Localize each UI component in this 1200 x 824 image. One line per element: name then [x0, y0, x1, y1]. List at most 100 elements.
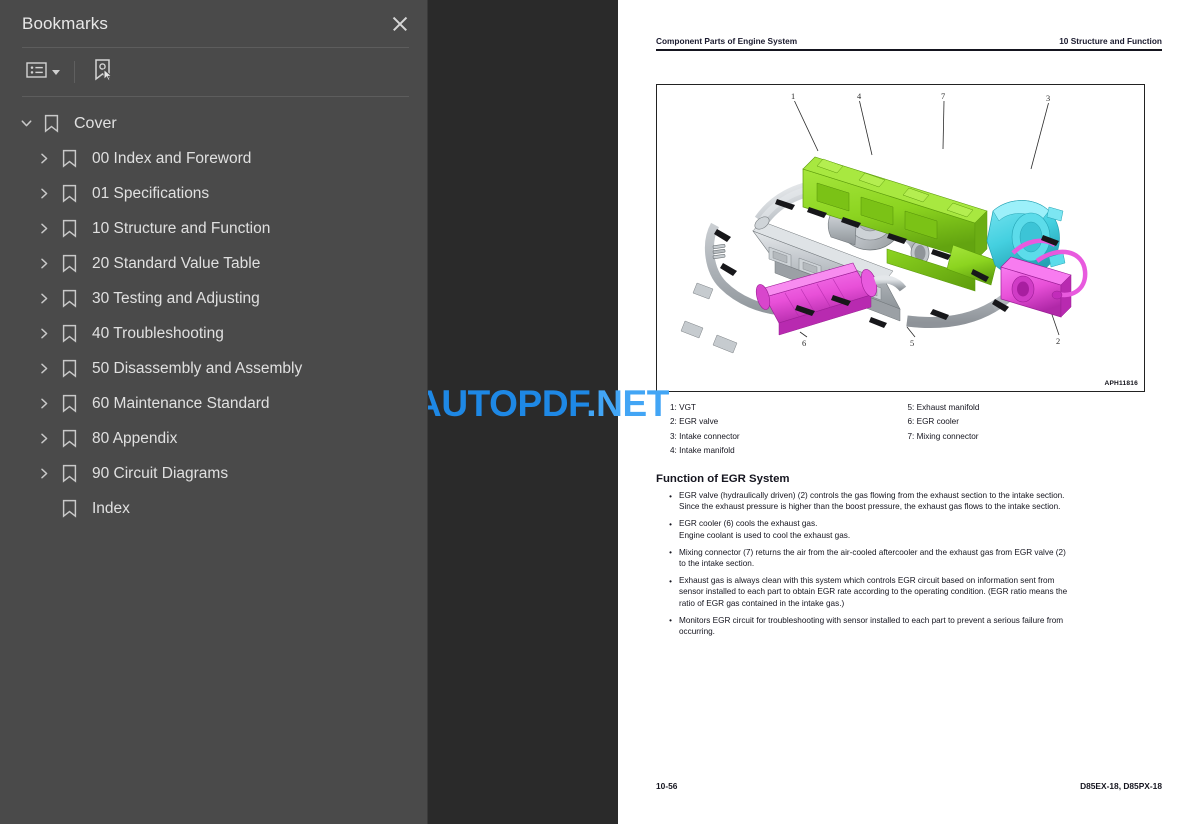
chevron-right-icon[interactable]: [32, 467, 56, 480]
parts-legend-right-column: 5: Exhaust manifold 6: EGR cooler 7: Mixin…: [908, 401, 1146, 459]
bullet-marker: •: [669, 616, 672, 626]
legend-entry: 3: Intake connector: [670, 431, 740, 441]
bookmarks-panel-header: Bookmarks: [0, 0, 427, 47]
bookmark-icon: [56, 359, 82, 378]
chevron-right-icon[interactable]: [32, 187, 56, 200]
page-footer: 10-56 D85EX-18, D85PX-18: [656, 781, 1162, 791]
parts-legend-left-column: 1: VGT 2: EGR valve 3: Intake connector 4: …: [670, 401, 908, 459]
bookmark-item-20-standard-value-table[interactable]: 20 Standard Value Table: [0, 246, 427, 281]
legend-entry: 4: Intake manifold: [670, 446, 735, 456]
pdf-viewer-area[interactable]: Component Parts of Engine System 10 Stru…: [428, 0, 1200, 824]
chevron-right-icon[interactable]: [32, 397, 56, 410]
header-left-text: Component Parts of Engine System: [656, 36, 798, 46]
bookmark-item-30-testing-and-adjusting[interactable]: 30 Testing and Adjusting: [0, 281, 427, 316]
bookmark-options-button[interactable]: [22, 58, 64, 87]
bookmark-item-label: 40 Troubleshooting: [92, 324, 224, 342]
bullet-text: Monitors EGR circuit for troubleshooting…: [679, 615, 1154, 637]
bookmark-icon: [56, 184, 82, 203]
bookmarks-toolbar: [0, 48, 427, 96]
bookmarks-sidebar: Bookmarks Cover 00 Index and Foreword 01…: [0, 0, 428, 824]
bullet-line: to the intake section.: [679, 559, 755, 569]
callout-1: 1: [791, 92, 795, 101]
bookmark-item-label: 20 Standard Value Table: [92, 254, 261, 272]
callout-4: 4: [857, 92, 862, 101]
chevron-right-icon[interactable]: [32, 257, 56, 270]
callout-5: 5: [910, 339, 914, 348]
bullet-line: EGR valve (hydraulically driven) (2) con…: [679, 491, 1065, 500]
chevron-right-icon[interactable]: [32, 222, 56, 235]
bookmark-icon: [56, 429, 82, 448]
bookmark-item-10-structure-and-function[interactable]: 10 Structure and Function: [0, 211, 427, 246]
page-running-header: Component Parts of Engine System 10 Stru…: [656, 36, 1162, 51]
bullet-line: Exhaust gas is always clean with this sy…: [679, 576, 1055, 586]
bookmark-item-label: 90 Circuit Diagrams: [92, 464, 229, 482]
legend-entry: 1: VGT: [670, 403, 696, 412]
new-bookmark-icon: [92, 58, 114, 87]
chevron-down-icon: [52, 69, 60, 75]
bullet-line: Since the exhaust pressure is higher tha…: [679, 502, 1061, 512]
bullet-item: • Monitors EGR circuit for troubleshootin…: [662, 615, 1154, 637]
bullet-line: Engine coolant is used to cool the exhau…: [679, 530, 851, 540]
bookmark-item-50-disassembly-and-assembly[interactable]: 50 Disassembly and Assembly: [0, 351, 427, 386]
bookmark-item-index[interactable]: Index: [0, 491, 427, 526]
page-number: 10-56: [656, 781, 678, 791]
bookmark-icon: [56, 289, 82, 308]
autopdf-watermark: AUTOPDF.NET: [428, 383, 669, 425]
bookmark-icon: [56, 394, 82, 413]
bookmark-item-00-index-and-foreword[interactable]: 00 Index and Foreword: [0, 141, 427, 176]
chevron-right-icon[interactable]: [32, 362, 56, 375]
bookmark-item-40-troubleshooting[interactable]: 40 Troubleshooting: [0, 316, 427, 351]
bookmark-item-label: 50 Disassembly and Assembly: [92, 359, 303, 377]
model-label: D85EX-18, D85PX-18: [1080, 781, 1162, 791]
callout-2: 2: [1056, 337, 1060, 346]
close-icon[interactable]: [387, 11, 413, 37]
bullet-item: • EGR cooler (6) cools the exhaust gas. En…: [662, 518, 1154, 540]
bullet-item: • Exhaust gas is always clean with this s…: [662, 575, 1154, 609]
bullet-line: ratio of EGR gas contained in the intake…: [679, 598, 845, 608]
bullet-marker: •: [669, 519, 672, 529]
bookmark-item-01-specifications[interactable]: 01 Specifications: [0, 176, 427, 211]
callout-7: 7: [941, 92, 945, 101]
bullet-line: Monitors EGR circuit for troubleshooting…: [679, 615, 1064, 625]
callout-6: 6: [802, 339, 806, 348]
engine-diagram-svg: 1 4 7 3 6 5 2: [680, 92, 1088, 354]
bookmark-icon: [56, 254, 82, 273]
chevron-right-icon[interactable]: [32, 432, 56, 445]
engine-system-figure: 1 4 7 3 6 5 2 APH11816: [656, 84, 1145, 392]
chevron-right-icon[interactable]: [32, 152, 56, 165]
bookmark-item-cover[interactable]: Cover: [0, 106, 427, 141]
bookmark-item-label: 80 Appendix: [92, 429, 178, 447]
list-options-icon: [26, 61, 47, 84]
bookmark-item-label: 00 Index and Foreword: [92, 149, 252, 167]
pdf-reader-window: Bookmarks Cover 00 Index and Foreword 01…: [0, 0, 1200, 824]
header-right-text: 10 Structure and Function: [1059, 36, 1162, 46]
legend-entry: 2: EGR valve: [670, 417, 719, 427]
chevron-right-icon[interactable]: [32, 292, 56, 305]
bullet-line: occurring.: [679, 627, 715, 637]
bookmark-icon: [38, 114, 64, 133]
bookmark-item-60-maintenance-standard[interactable]: 60 Maintenance Standard: [0, 386, 427, 421]
bullet-item: • EGR valve (hydraulically driven) (2) co…: [662, 490, 1154, 512]
bookmark-icon: [56, 499, 82, 518]
bookmark-item-90-circuit-diagrams[interactable]: 90 Circuit Diagrams: [0, 456, 427, 491]
legend-entry: 7: Mixing connector: [907, 431, 979, 441]
bullet-text: EGR valve (hydraulically driven) (2) con…: [679, 490, 1154, 512]
bookmark-icon: [56, 149, 82, 168]
bullet-line: Mixing connector (7) returns the air fro…: [679, 547, 1066, 557]
bookmark-item-label: Cover: [74, 114, 117, 132]
bookmark-item-label: 01 Specifications: [92, 184, 210, 202]
bookmark-item-80-appendix[interactable]: 80 Appendix: [0, 421, 427, 456]
chevron-right-icon[interactable]: [32, 327, 56, 340]
bookmark-icon: [56, 324, 82, 343]
watermark-dot: .: [586, 383, 597, 424]
bullet-marker: •: [669, 548, 672, 558]
new-bookmark-button[interactable]: [88, 55, 118, 90]
legend-entry: 5: Exhaust manifold: [907, 403, 980, 412]
figure-id-label: APH11816: [1104, 380, 1138, 387]
parts-legend: 1: VGT 2: EGR valve 3: Intake connector 4: …: [670, 401, 1145, 459]
legend-entry: 6: EGR cooler: [907, 417, 959, 427]
bookmark-item-label: Index: [92, 499, 130, 517]
bookmarks-tree: Cover 00 Index and Foreword 01 Specificati…: [0, 97, 427, 526]
toolbar-divider: [74, 61, 75, 83]
chevron-down-icon[interactable]: [14, 118, 38, 129]
